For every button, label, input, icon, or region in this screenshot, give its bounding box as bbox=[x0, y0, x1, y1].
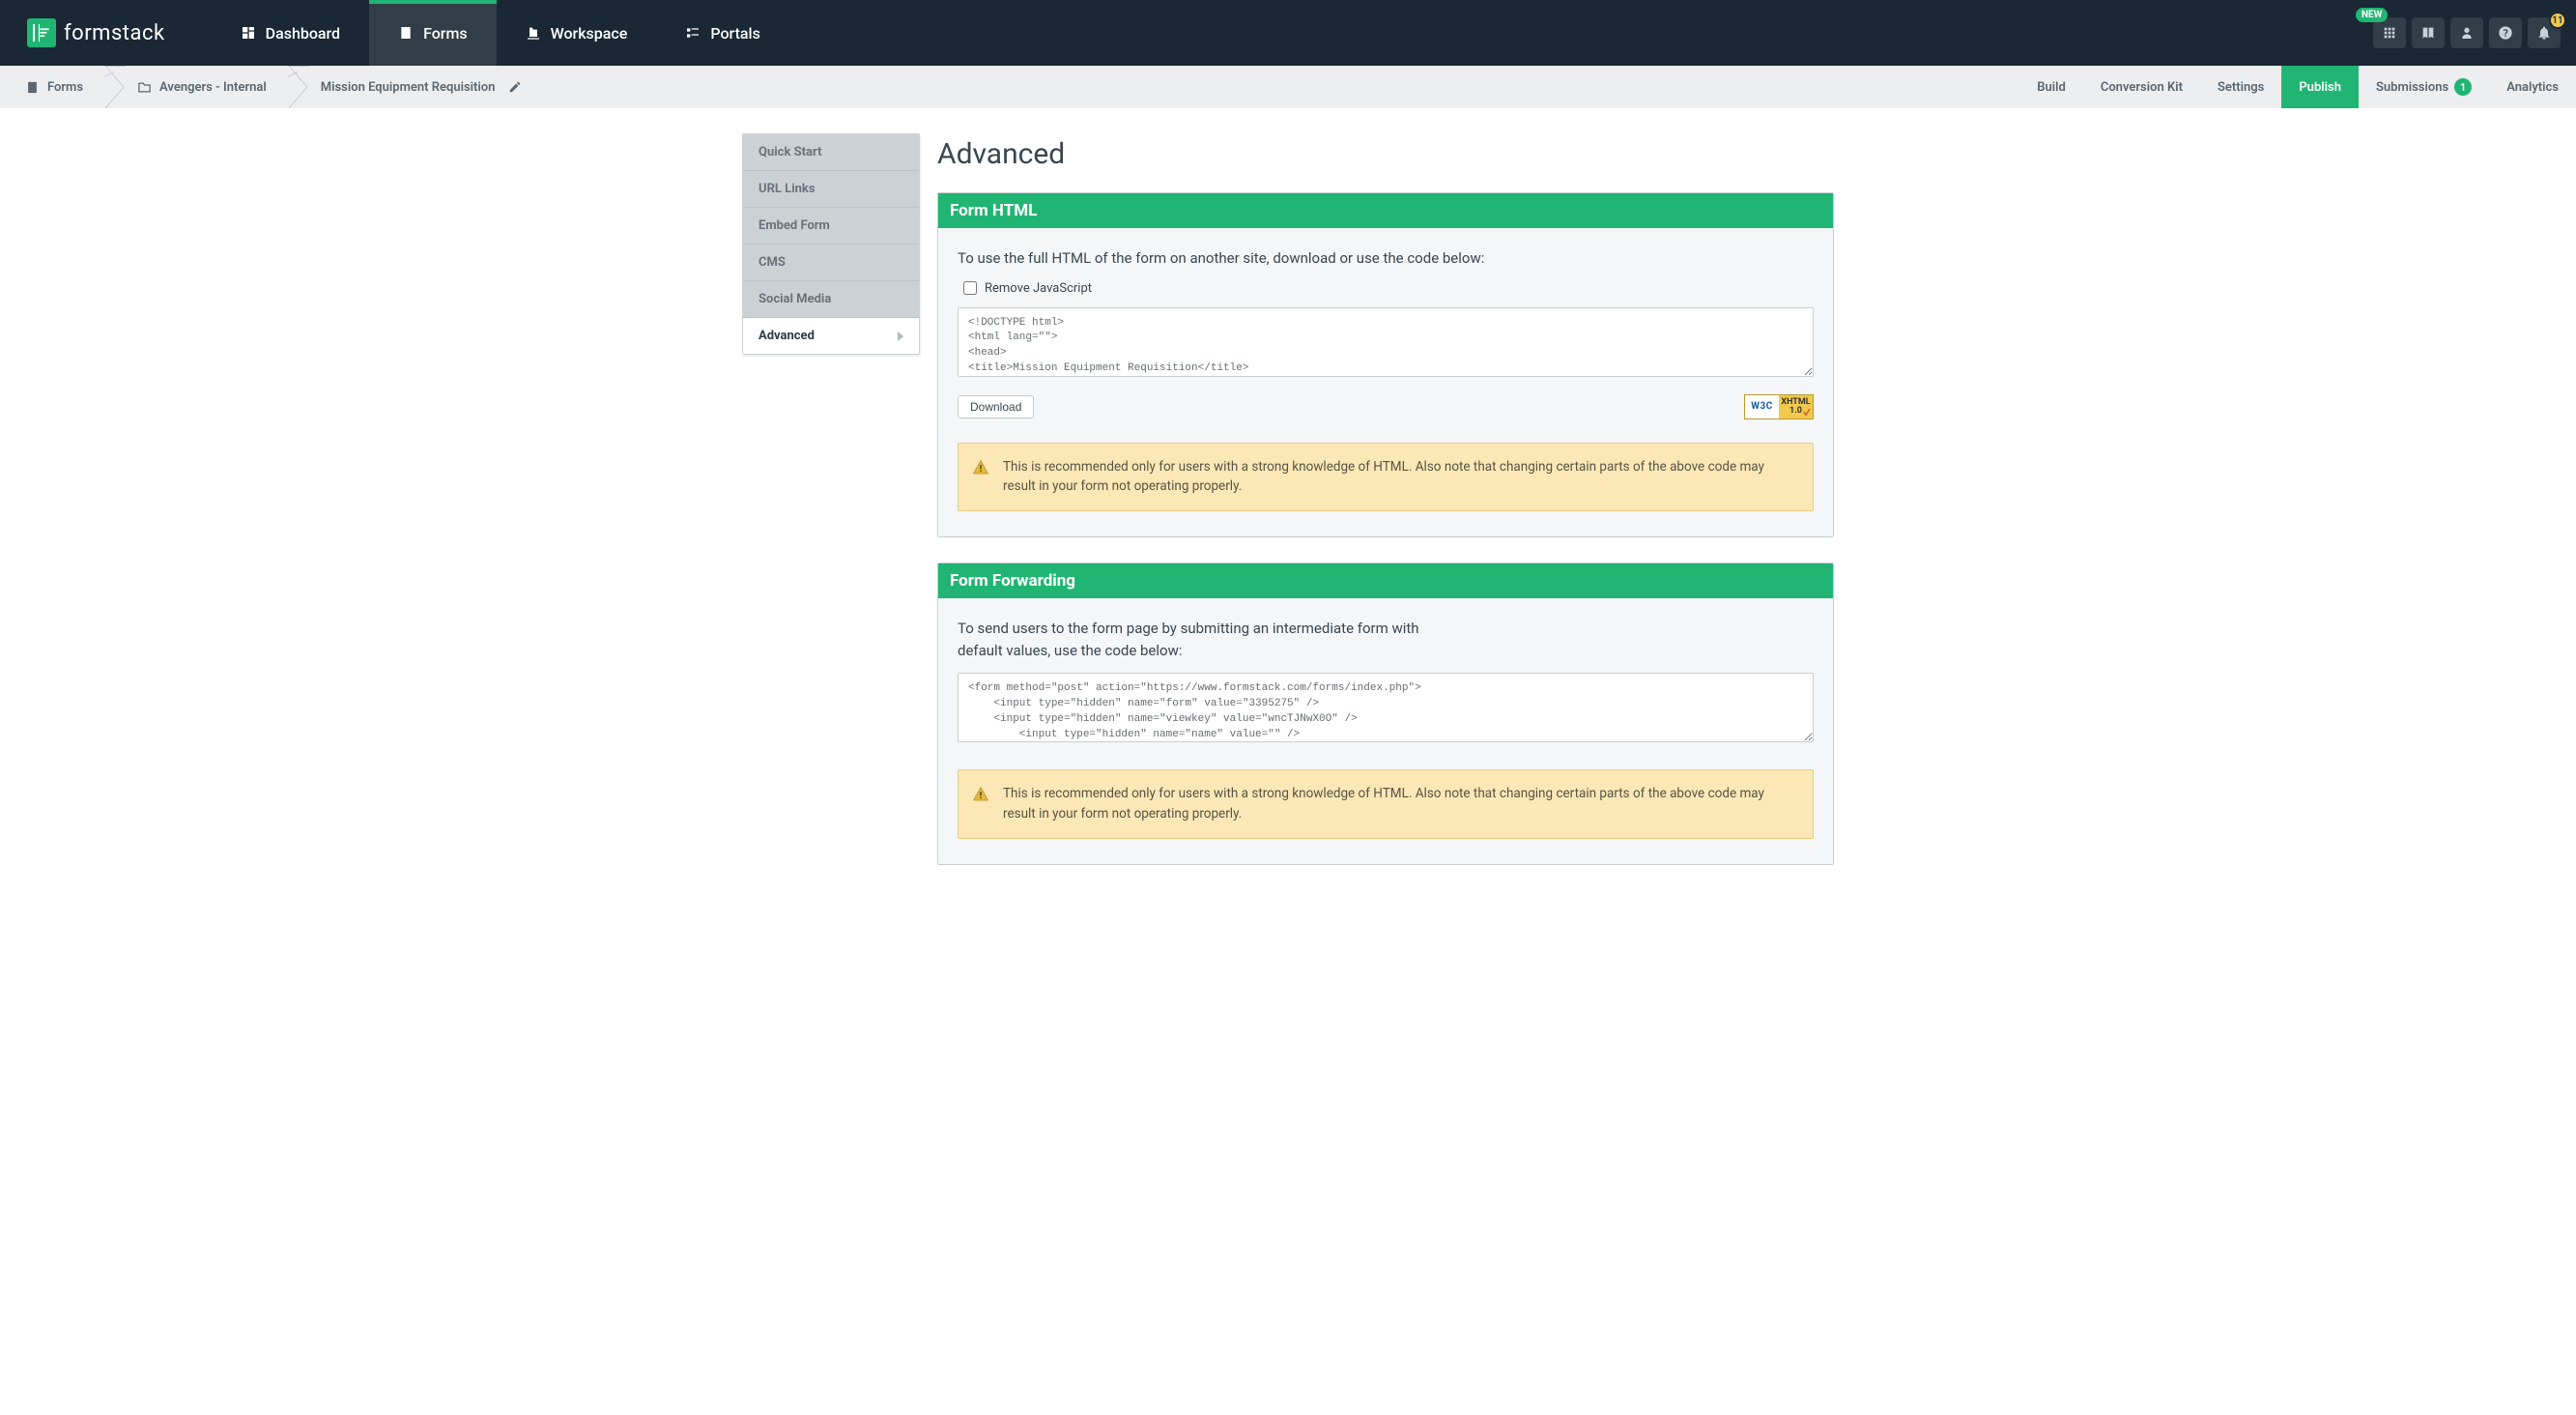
sidebar-item-label: CMS bbox=[758, 255, 786, 270]
sidebar-item-advanced[interactable]: Advanced bbox=[743, 318, 919, 354]
brand[interactable]: formstack bbox=[0, 0, 192, 66]
page-title: Advanced bbox=[937, 137, 1834, 171]
sidebar-item-label: Embed Form bbox=[758, 218, 830, 233]
notifications-icon[interactable]: 11 bbox=[2528, 17, 2561, 48]
w3c-xhtml-badge[interactable]: W3C XHTML 1.0 bbox=[1744, 394, 1814, 419]
subnav-tab-publish[interactable]: Publish bbox=[2281, 66, 2359, 108]
panel-form-forwarding: Form Forwarding To send users to the for… bbox=[937, 563, 1834, 865]
sidebar-item-quick-start[interactable]: Quick Start bbox=[743, 134, 919, 171]
page: Quick Start URL Links Embed Form CMS Soc… bbox=[723, 133, 1853, 890]
panel-lead: To use the full HTML of the form on anot… bbox=[958, 247, 1814, 270]
form-forwarding-code[interactable] bbox=[958, 673, 1814, 742]
panel-heading: Form Forwarding bbox=[938, 563, 1833, 598]
warning-text: This is recommended only for users with … bbox=[1003, 457, 1776, 498]
w3c-badge-right-bottom: 1.0 bbox=[1789, 407, 1802, 416]
top-navigation: formstack Dashboard Forms Workspace Port… bbox=[0, 0, 2576, 66]
warning-text: This is recommended only for users with … bbox=[1003, 784, 1776, 824]
subnav-tab-conversion[interactable]: Conversion Kit bbox=[2083, 66, 2200, 108]
forms-icon bbox=[398, 25, 414, 41]
subnav-tab-label: Publish bbox=[2299, 80, 2341, 95]
topnav-tab-portals[interactable]: Portals bbox=[656, 0, 789, 66]
subnav-tab-build[interactable]: Build bbox=[2019, 66, 2083, 108]
topnav-tab-forms[interactable]: Forms bbox=[369, 0, 497, 66]
new-badge: NEW bbox=[2356, 8, 2388, 22]
forms-icon bbox=[25, 80, 40, 95]
topnav-tabs: Dashboard Forms Workspace Portals bbox=[212, 0, 789, 66]
download-button[interactable]: Download bbox=[958, 395, 1034, 419]
portals-icon bbox=[685, 25, 701, 41]
topnav-tab-workspace[interactable]: Workspace bbox=[497, 0, 657, 66]
subnav-tab-label: Analytics bbox=[2506, 80, 2559, 95]
brand-name: formstack bbox=[64, 21, 165, 45]
notifications-count: 11 bbox=[2549, 12, 2566, 29]
breadcrumb-label: Mission Equipment Requisition bbox=[321, 80, 496, 95]
breadcrumb-folder[interactable]: Avengers - Internal bbox=[126, 66, 288, 108]
user-icon[interactable] bbox=[2450, 17, 2483, 48]
folder-icon bbox=[137, 80, 152, 95]
subnav-tab-analytics[interactable]: Analytics bbox=[2489, 66, 2576, 108]
breadcrumb-label: Forms bbox=[47, 80, 83, 95]
help-icon[interactable] bbox=[2489, 17, 2522, 48]
remove-js-input[interactable] bbox=[963, 281, 977, 295]
sidebar-item-label: Quick Start bbox=[758, 145, 821, 159]
topnav-tab-dashboard[interactable]: Dashboard bbox=[212, 0, 369, 66]
breadcrumb-separator bbox=[104, 66, 126, 108]
breadcrumb-separator bbox=[288, 66, 309, 108]
warning-box: This is recommended only for users with … bbox=[958, 769, 1814, 839]
subnav-tab-label: Conversion Kit bbox=[2101, 80, 2183, 95]
breadcrumb-form[interactable]: Mission Equipment Requisition bbox=[309, 66, 544, 108]
workspace-icon bbox=[526, 25, 541, 41]
docs-icon[interactable] bbox=[2412, 17, 2445, 48]
dashboard-icon bbox=[241, 25, 256, 41]
panel-heading: Form HTML bbox=[938, 193, 1833, 228]
subnav-tab-settings[interactable]: Settings bbox=[2200, 66, 2281, 108]
brand-logo-icon bbox=[27, 18, 56, 47]
sidebar-item-social-media[interactable]: Social Media bbox=[743, 281, 919, 318]
sidebar-item-label: URL Links bbox=[758, 182, 816, 196]
subnav-tab-label: Settings bbox=[2218, 80, 2264, 95]
sidebar-item-embed-form[interactable]: Embed Form bbox=[743, 208, 919, 245]
subnav-tabs: Build Conversion Kit Settings Publish Su… bbox=[2019, 66, 2576, 108]
breadcrumb-label: Avengers - Internal bbox=[159, 80, 267, 95]
w3c-badge-left: W3C bbox=[1745, 395, 1779, 419]
topnav-tab-label: Workspace bbox=[551, 24, 628, 43]
w3c-badge-right: XHTML 1.0 bbox=[1779, 395, 1813, 419]
publish-sidebar: Quick Start URL Links Embed Form CMS Soc… bbox=[742, 133, 920, 355]
panel-form-html: Form HTML To use the full HTML of the fo… bbox=[937, 192, 1834, 537]
topnav-right: NEW 11 bbox=[2373, 0, 2576, 66]
sidebar-item-url-links[interactable]: URL Links bbox=[743, 171, 919, 208]
subnav-tab-label: Build bbox=[2037, 80, 2066, 95]
warning-icon bbox=[972, 459, 989, 476]
subnav: Forms Avengers - Internal Mission Equipm… bbox=[0, 66, 2576, 108]
panel-lead: To send users to the form page by submit… bbox=[958, 618, 1460, 661]
content: Advanced Form HTML To use the full HTML … bbox=[937, 133, 1834, 890]
remove-js-label: Remove JavaScript bbox=[985, 281, 1092, 296]
subnav-tab-label: Submissions bbox=[2376, 80, 2448, 95]
sidebar-item-cms[interactable]: CMS bbox=[743, 245, 919, 281]
warning-icon bbox=[972, 786, 989, 803]
submissions-count: 1 bbox=[2454, 78, 2472, 96]
remove-js-checkbox[interactable]: Remove JavaScript bbox=[963, 281, 1814, 296]
topnav-tab-label: Dashboard bbox=[266, 24, 340, 43]
topnav-tab-label: Portals bbox=[710, 24, 760, 43]
sidebar-item-label: Advanced bbox=[758, 329, 815, 343]
subnav-tab-submissions[interactable]: Submissions 1 bbox=[2359, 66, 2489, 108]
topnav-tab-label: Forms bbox=[423, 24, 468, 43]
sidebar-item-label: Social Media bbox=[758, 292, 831, 306]
form-html-code[interactable] bbox=[958, 307, 1814, 377]
chevron-right-icon bbox=[898, 332, 903, 341]
breadcrumb-forms[interactable]: Forms bbox=[14, 66, 104, 108]
warning-box: This is recommended only for users with … bbox=[958, 443, 1814, 512]
edit-icon[interactable] bbox=[508, 80, 522, 94]
